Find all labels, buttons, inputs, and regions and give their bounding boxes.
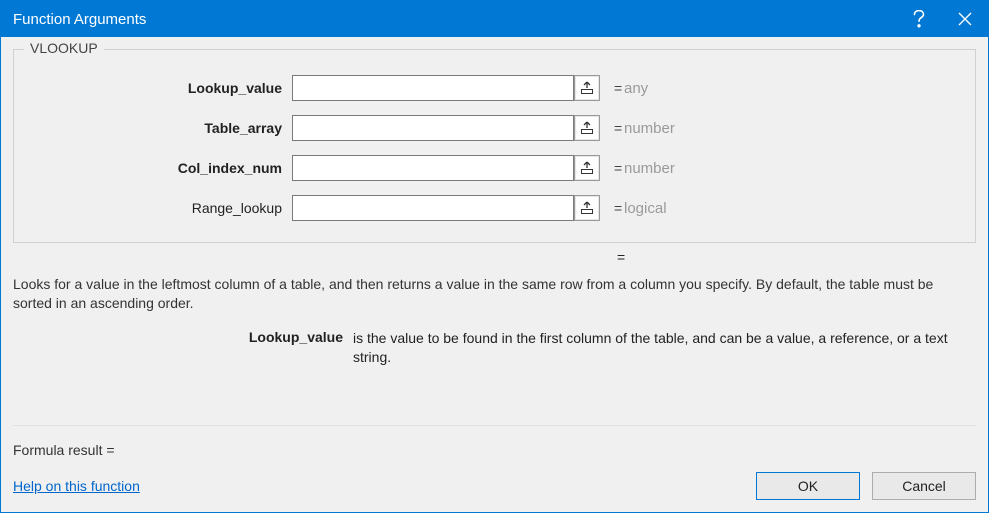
arg-label: Lookup_value <box>22 80 292 96</box>
equals-sign: = <box>600 120 624 136</box>
arg-label: Range_lookup <box>22 200 292 216</box>
collapse-dialog-button[interactable] <box>574 195 600 221</box>
arg-detail-text: is the value to be found in the first co… <box>353 329 976 367</box>
dialog-footer: Help on this function OK Cancel <box>13 472 976 500</box>
arg-detail-label: Lookup_value <box>13 329 353 367</box>
result-preview-row: = <box>13 243 976 275</box>
arg-label: Table_array <box>22 120 292 136</box>
arg-type: number <box>624 120 675 137</box>
cancel-button[interactable]: Cancel <box>872 472 976 500</box>
ok-button[interactable]: OK <box>756 472 860 500</box>
arg-type: any <box>624 80 648 97</box>
collapse-dialog-button[interactable] <box>574 115 600 141</box>
equals-sign: = <box>600 200 624 216</box>
collapse-dialog-button[interactable] <box>574 155 600 181</box>
dialog-title: Function Arguments <box>13 11 896 28</box>
collapse-dialog-button[interactable] <box>574 75 600 101</box>
col-index-num-input[interactable] <box>292 155 574 181</box>
table-array-input[interactable] <box>292 115 574 141</box>
result-equals: = <box>617 249 625 265</box>
titlebar: Function Arguments <box>1 1 988 37</box>
arg-type: number <box>624 160 675 177</box>
argument-description: Lookup_value is the value to be found in… <box>13 323 976 367</box>
formula-result: Formula result = <box>13 425 976 472</box>
dialog-body: VLOOKUP Lookup_value = any Table_array <box>1 37 988 512</box>
range-select-icon <box>580 161 594 175</box>
function-description: Looks for a value in the leftmost column… <box>13 275 976 323</box>
arg-row-range-lookup: Range_lookup = logical <box>22 188 967 228</box>
equals-sign: = <box>600 160 624 176</box>
range-select-icon <box>580 81 594 95</box>
arg-type: logical <box>624 200 667 217</box>
help-button[interactable] <box>896 1 942 37</box>
help-icon <box>912 10 926 28</box>
arg-row-table-array: Table_array = number <box>22 108 967 148</box>
function-name: VLOOKUP <box>24 40 104 56</box>
arg-label: Col_index_num <box>22 160 292 176</box>
lookup-value-input[interactable] <box>292 75 574 101</box>
formula-result-label: Formula result = <box>13 442 115 458</box>
close-button[interactable] <box>942 1 988 37</box>
help-link[interactable]: Help on this function <box>13 478 140 494</box>
close-icon <box>958 12 972 26</box>
range-select-icon <box>580 201 594 215</box>
arguments-group: VLOOKUP Lookup_value = any Table_array <box>13 49 976 243</box>
equals-sign: = <box>600 80 624 96</box>
range-lookup-input[interactable] <box>292 195 574 221</box>
arg-row-lookup-value: Lookup_value = any <box>22 68 967 108</box>
arg-row-col-index-num: Col_index_num = number <box>22 148 967 188</box>
function-arguments-dialog: Function Arguments VLOOKUP Lookup_value … <box>0 0 989 513</box>
range-select-icon <box>580 121 594 135</box>
